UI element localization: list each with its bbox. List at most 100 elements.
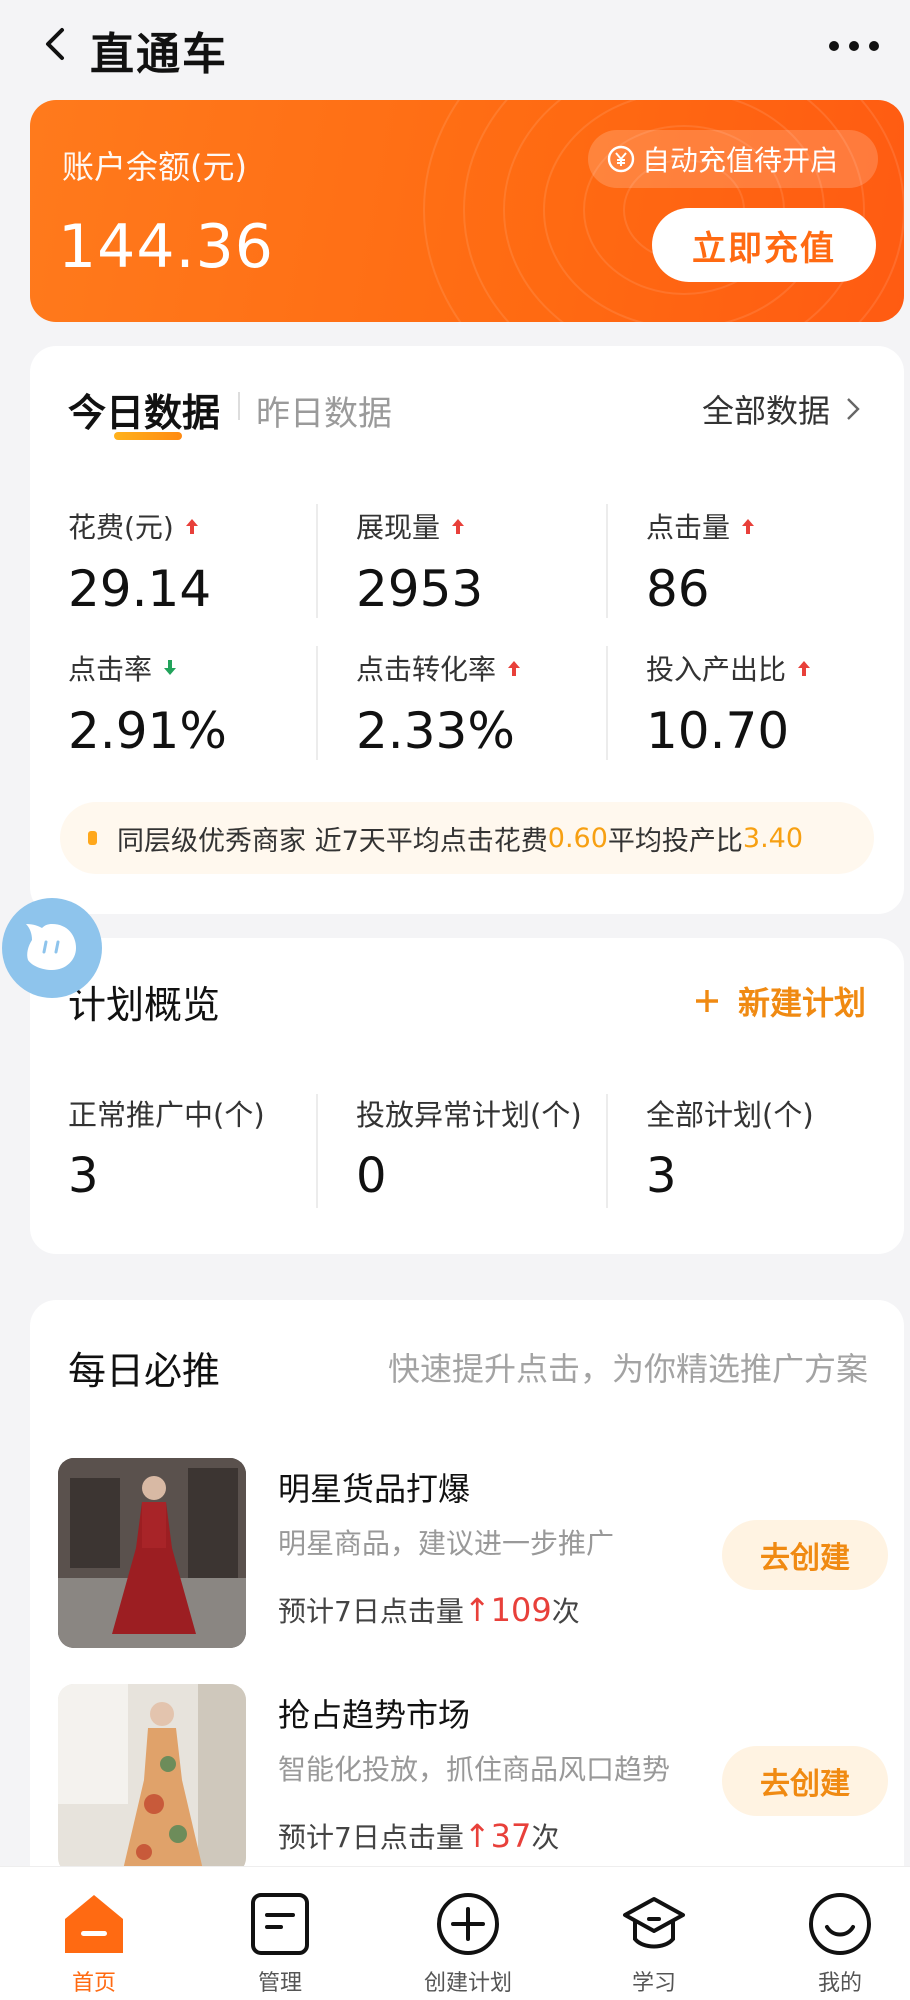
metric-value: 10.70 xyxy=(646,702,790,760)
recommend-estimate: 预计7日点击量 ↑37 次 xyxy=(278,1816,559,1856)
tab-active-indicator xyxy=(114,432,182,440)
new-plan-label: 新建计划 xyxy=(737,984,866,1022)
tab-divider xyxy=(238,392,240,420)
tab-yesterday-data[interactable]: 昨日数据 xyxy=(256,386,392,435)
divider xyxy=(316,646,318,760)
metric-impressions[interactable]: 展现量 2953 xyxy=(356,506,636,618)
plan-stat-label: 投放异常计划(个) xyxy=(356,1098,582,1132)
arrow-up-icon xyxy=(508,661,521,676)
benchmark-click-cost: 0.60 xyxy=(547,822,608,854)
chevron-right-icon xyxy=(847,398,860,420)
plus-icon xyxy=(695,990,718,1012)
tab-label: 创建计划 xyxy=(423,1971,512,1996)
metric-value: 2.91% xyxy=(68,702,227,760)
plus-circle-icon xyxy=(437,1893,499,1955)
benchmark-roi: 3.40 xyxy=(742,822,804,854)
arrow-up-icon xyxy=(798,661,811,676)
home-icon xyxy=(65,1895,123,1953)
top-bar: 直通车 xyxy=(0,0,910,100)
metric-value: 86 xyxy=(646,560,710,618)
metric-value: 29.14 xyxy=(68,560,212,618)
plan-stat-abnormal[interactable]: 投放异常计划(个) 0 xyxy=(356,1092,582,1204)
metric-label: 花费(元) xyxy=(68,511,174,544)
tab-mine[interactable]: 我的 xyxy=(780,1867,900,2000)
arrow-up-icon xyxy=(185,519,198,534)
estimate-suffix: 次 xyxy=(551,1595,580,1628)
recommend-desc: 明星商品，建议进一步推广 xyxy=(278,1527,615,1560)
manage-icon xyxy=(251,1893,309,1955)
must-push-subtitle: 快速提升点击，为你精选推广方案 xyxy=(387,1350,868,1388)
tab-learn[interactable]: 学习 xyxy=(594,1867,714,2000)
divider xyxy=(316,1094,318,1208)
estimate-value: ↑109 xyxy=(463,1591,552,1629)
tab-create-plan[interactable]: 创建计划 xyxy=(408,1867,528,2000)
tab-home[interactable]: 首页 xyxy=(34,1867,154,2000)
all-data-link[interactable]: 全部数据 xyxy=(702,386,862,432)
metric-roi[interactable]: 投入产出比 10.70 xyxy=(646,648,910,760)
plan-stat-value: 0 xyxy=(356,1148,387,1204)
back-arrow-icon[interactable] xyxy=(36,24,76,64)
metric-value: 2953 xyxy=(356,560,484,618)
product-image[interactable] xyxy=(58,1458,246,1648)
arrow-up-icon xyxy=(452,519,465,534)
create-button[interactable]: 去创建 xyxy=(722,1746,888,1816)
plan-stat-value: 3 xyxy=(646,1148,677,1204)
estimate-value: ↑37 xyxy=(463,1817,532,1855)
all-data-label: 全部数据 xyxy=(701,392,830,430)
metric-label: 展现量 xyxy=(356,511,441,544)
tab-manage[interactable]: 管理 xyxy=(220,1867,340,2000)
divider xyxy=(606,1094,608,1208)
plan-stat-label: 全部计划(个) xyxy=(646,1098,814,1132)
bullet-icon xyxy=(88,831,97,845)
arrow-up-icon xyxy=(742,519,755,534)
today-data-card: 今日数据 昨日数据 全部数据 花费(元) 29.14 展现量 2953 点击量 … xyxy=(30,346,904,914)
plan-overview-card: 计划概览 新建计划 正常推广中(个) 3 投放异常计划(个) 0 全部计划(个)… xyxy=(30,938,904,1254)
balance-label: 账户余额(元) xyxy=(62,148,247,186)
product-image[interactable] xyxy=(58,1684,246,1874)
benchmark-prefix: 同层级优秀商家 近7天平均点击花费 xyxy=(117,825,548,857)
benchmark-middle: 平均投产比 xyxy=(607,825,743,857)
recommend-name: 明星货品打爆 xyxy=(278,1470,471,1508)
create-button[interactable]: 去创建 xyxy=(722,1520,888,1590)
balance-card: 账户余额(元) 144.36 自动充值待开启 立即充值 xyxy=(30,100,904,322)
plan-stat-active[interactable]: 正常推广中(个) 3 xyxy=(68,1092,265,1204)
bottom-tab-bar: 首页 管理 创建计划 学习 我的 xyxy=(0,1866,910,2000)
metric-ctr[interactable]: 点击率 2.91% xyxy=(68,648,348,760)
recommend-item: 明星货品打爆 明星商品，建议进一步推广 预计7日点击量 ↑109 次 去创建 xyxy=(58,1458,888,1648)
recharge-button[interactable]: 立即充值 xyxy=(652,208,876,282)
metric-label: 点击量 xyxy=(646,511,731,544)
tab-label: 首页 xyxy=(71,1971,116,1996)
recommend-estimate: 预计7日点击量 ↑109 次 xyxy=(278,1590,580,1630)
metric-cvr[interactable]: 点击转化率 2.33% xyxy=(356,648,636,760)
metric-value: 2.33% xyxy=(356,702,515,760)
benchmark-banner: 同层级优秀商家 近7天平均点击花费 0.60 平均投产比 3.40 xyxy=(60,802,874,874)
must-push-title: 每日必推 xyxy=(68,1349,221,1393)
yuan-recharge-icon xyxy=(607,145,635,173)
metric-clicks[interactable]: 点击量 86 xyxy=(646,506,910,618)
metric-label: 点击转化率 xyxy=(356,653,497,686)
tab-today-data[interactable]: 今日数据 xyxy=(68,382,220,437)
more-icon[interactable] xyxy=(828,40,880,52)
recommend-name: 抢占趋势市场 xyxy=(278,1696,471,1734)
recommend-item: 抢占趋势市场 智能化投放，抓住商品风口趋势 预计7日点击量 ↑37 次 去创建 xyxy=(58,1684,888,1874)
divider xyxy=(316,504,318,618)
page-title: 直通车 xyxy=(90,29,228,80)
chat-bubble-icon xyxy=(26,924,76,970)
estimate-prefix: 预计7日点击量 xyxy=(278,1595,464,1628)
plan-stat-all[interactable]: 全部计划(个) 3 xyxy=(646,1092,814,1204)
metric-label: 点击率 xyxy=(68,653,153,686)
divider xyxy=(606,504,608,618)
metric-label: 投入产出比 xyxy=(646,653,787,686)
divider xyxy=(606,646,608,760)
arrow-down-icon xyxy=(164,660,177,675)
balance-value: 144.36 xyxy=(58,212,274,282)
metric-cost[interactable]: 花费(元) 29.14 xyxy=(68,506,348,618)
auto-recharge-pill[interactable]: 自动充值待开启 xyxy=(588,130,878,188)
plan-stat-value: 3 xyxy=(68,1148,99,1204)
tab-label: 我的 xyxy=(817,1971,862,1996)
floating-assistant-button[interactable] xyxy=(2,898,102,998)
recommend-desc: 智能化投放，抓住商品风口趋势 xyxy=(278,1753,671,1786)
plan-stat-label: 正常推广中(个) xyxy=(68,1098,265,1132)
new-plan-button[interactable]: 新建计划 xyxy=(694,978,866,1024)
auto-recharge-label: 自动充值待开启 xyxy=(642,144,839,177)
